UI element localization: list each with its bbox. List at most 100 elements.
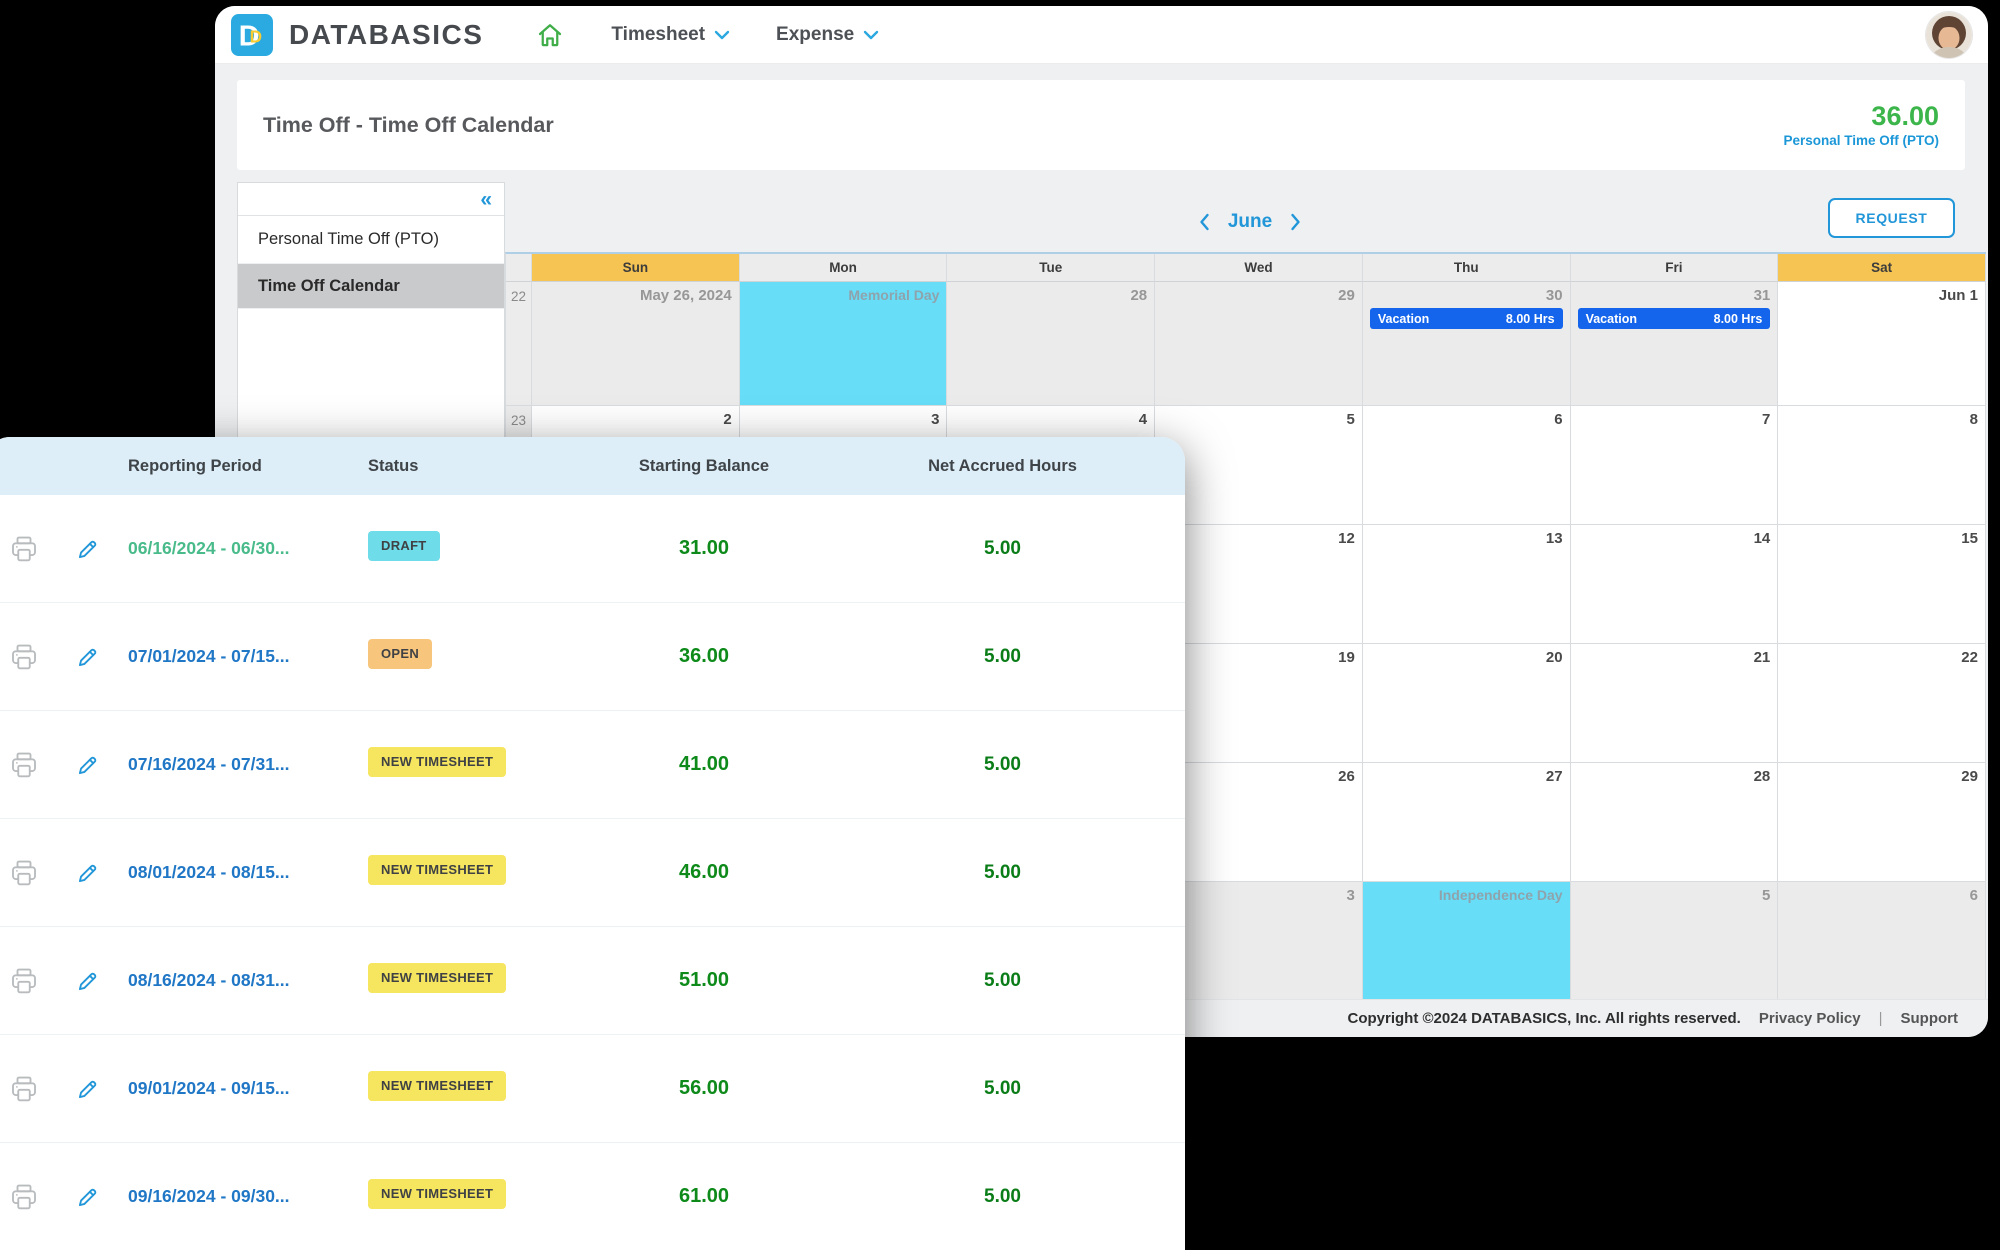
calendar-day-cell[interactable]: 6	[1363, 406, 1571, 525]
reporting-period-link[interactable]: 07/16/2024 - 07/31...	[114, 754, 362, 775]
avatar[interactable]	[1926, 12, 1972, 58]
calendar-day-cell[interactable]: 5	[1571, 882, 1779, 1001]
status-cell: NEW TIMESHEET	[362, 1071, 574, 1106]
edit-button[interactable]	[62, 1184, 114, 1210]
edit-button[interactable]	[62, 1076, 114, 1102]
reporting-period-link[interactable]: 09/16/2024 - 09/30...	[114, 1186, 362, 1207]
edit-button[interactable]	[62, 644, 114, 670]
calendar-day-cell[interactable]: 29	[1155, 282, 1363, 406]
sidebar-item-personal-time-off-pto[interactable]: Personal Time Off (PTO)	[238, 216, 504, 264]
calendar-day-cell[interactable]: May 26, 2024	[532, 282, 740, 406]
reporting-period-link[interactable]: 07/01/2024 - 07/15...	[114, 646, 362, 667]
calendar-day-cell[interactable]: 13	[1363, 525, 1571, 644]
support-link[interactable]: Support	[1901, 1010, 1959, 1027]
calendar-day-cell[interactable]: 20	[1363, 644, 1571, 763]
table-row: 09/16/2024 - 09/30...NEW TIMESHEET61.005…	[0, 1143, 1185, 1250]
day-number: Jun 1	[1785, 287, 1978, 304]
edit-button[interactable]	[62, 752, 114, 778]
copyright-text: Copyright ©2024 DATABASICS, Inc. All rig…	[1347, 1010, 1740, 1027]
calendar-day-cell[interactable]: 30Vacation8.00 Hrs	[1363, 282, 1571, 406]
balance-summary: 36.00 Personal Time Off (PTO)	[1783, 102, 1939, 148]
print-button[interactable]	[0, 534, 62, 564]
edit-button[interactable]	[62, 536, 114, 562]
calendar-day-cell[interactable]: Independence Day	[1363, 882, 1571, 1001]
sidebar-items: Personal Time Off (PTO)Time Off Calendar	[238, 216, 504, 309]
collapse-sidebar-icon[interactable]: «	[480, 189, 492, 210]
status-badge: NEW TIMESHEET	[368, 855, 506, 885]
databasics-logo-icon: D D	[231, 14, 273, 56]
calendar-day-cell[interactable]: 5	[1155, 406, 1363, 525]
net-accrued-value: 5.00	[834, 970, 1185, 992]
brand-logo[interactable]: D D	[231, 14, 273, 56]
vacation-event[interactable]: Vacation8.00 Hrs	[1370, 308, 1563, 329]
home-button[interactable]	[535, 20, 565, 50]
calendar-day-cell[interactable]: 28	[947, 282, 1155, 406]
nav-item-timesheet[interactable]: Timesheet	[611, 24, 730, 46]
pto-balance-link[interactable]: Personal Time Off (PTO)	[1783, 133, 1939, 148]
print-button[interactable]	[0, 642, 62, 672]
day-header-fri: Fri	[1571, 254, 1779, 282]
calendar-day-cell[interactable]: Memorial Day	[740, 282, 948, 406]
next-month-button[interactable]	[1290, 213, 1301, 231]
pencil-icon	[75, 644, 101, 670]
status-cell: NEW TIMESHEET	[362, 747, 574, 782]
net-accrued-value: 5.00	[834, 754, 1185, 776]
day-header-mon: Mon	[740, 254, 948, 282]
day-number: 27	[1370, 768, 1563, 785]
table-row: 08/16/2024 - 08/31...NEW TIMESHEET51.005…	[0, 927, 1185, 1035]
month-label[interactable]: June	[1228, 211, 1272, 233]
day-number: 8	[1785, 411, 1978, 428]
calendar-day-cell[interactable]: 8	[1778, 406, 1986, 525]
calendar-day-cell[interactable]: 27	[1363, 763, 1571, 882]
day-number: 3	[1162, 887, 1355, 904]
calendar-day-cell[interactable]: 6	[1778, 882, 1986, 1001]
print-button[interactable]	[0, 858, 62, 888]
reporting-period-link[interactable]: 08/16/2024 - 08/31...	[114, 970, 362, 991]
net-accrued-value: 5.00	[834, 538, 1185, 560]
calendar-day-headers: SunMonTueWedThuFriSat	[506, 254, 1986, 282]
calendar-day-cell[interactable]: 14	[1571, 525, 1779, 644]
edit-button[interactable]	[62, 860, 114, 886]
calendar-day-cell[interactable]: 28	[1571, 763, 1779, 882]
request-button[interactable]: REQUEST	[1828, 198, 1955, 238]
print-button[interactable]	[0, 750, 62, 780]
sidebar-header: «	[238, 183, 504, 216]
calendar-day-cell[interactable]: 15	[1778, 525, 1986, 644]
vacation-event[interactable]: Vacation8.00 Hrs	[1578, 308, 1771, 329]
printer-icon	[9, 966, 39, 996]
reporting-period-link[interactable]: 06/16/2024 - 06/30...	[114, 538, 362, 559]
prev-month-button[interactable]	[1199, 213, 1210, 231]
calendar-day-cell[interactable]: 22	[1778, 644, 1986, 763]
calendar-day-cell[interactable]: 26	[1155, 763, 1363, 882]
nav-item-label: Timesheet	[611, 24, 705, 46]
print-button[interactable]	[0, 1074, 62, 1104]
calendar-day-cell[interactable]: 21	[1571, 644, 1779, 763]
calendar-day-cell[interactable]: 29	[1778, 763, 1986, 882]
calendar-day-cell[interactable]: 12	[1155, 525, 1363, 644]
print-button[interactable]	[0, 1182, 62, 1212]
reporting-period-link[interactable]: 09/01/2024 - 09/15...	[114, 1078, 362, 1099]
calendar-day-cell[interactable]: 19	[1155, 644, 1363, 763]
brand-wordmark: DATABASICS	[289, 19, 483, 51]
reporting-period-link[interactable]: 08/01/2024 - 08/15...	[114, 862, 362, 883]
nav-item-expense[interactable]: Expense	[776, 24, 879, 46]
page-header-card: Time Off - Time Off Calendar 36.00 Perso…	[237, 80, 1965, 170]
printer-icon	[9, 1074, 39, 1104]
chevron-down-icon	[714, 30, 730, 40]
calendar-day-cell[interactable]: 7	[1571, 406, 1779, 525]
day-number: 29	[1162, 287, 1355, 304]
calendar-day-cell[interactable]: 31Vacation8.00 Hrs	[1571, 282, 1779, 406]
privacy-policy-link[interactable]: Privacy Policy	[1759, 1010, 1861, 1027]
holiday-label: Memorial Day	[747, 287, 940, 303]
calendar-day-cell[interactable]: Jun 1	[1778, 282, 1986, 406]
top-navigation-bar: D D DATABASICS Timesheet Expense	[215, 6, 1988, 64]
day-number: 12	[1162, 530, 1355, 547]
edit-button[interactable]	[62, 968, 114, 994]
day-number: 7	[1578, 411, 1771, 428]
print-button[interactable]	[0, 966, 62, 996]
day-number: 13	[1370, 530, 1563, 547]
calendar-day-cell[interactable]: 3	[1155, 882, 1363, 1001]
sidebar-item-time-off-calendar[interactable]: Time Off Calendar	[238, 264, 504, 309]
day-number: May 26, 2024	[539, 287, 732, 304]
day-number: 29	[1785, 768, 1978, 785]
